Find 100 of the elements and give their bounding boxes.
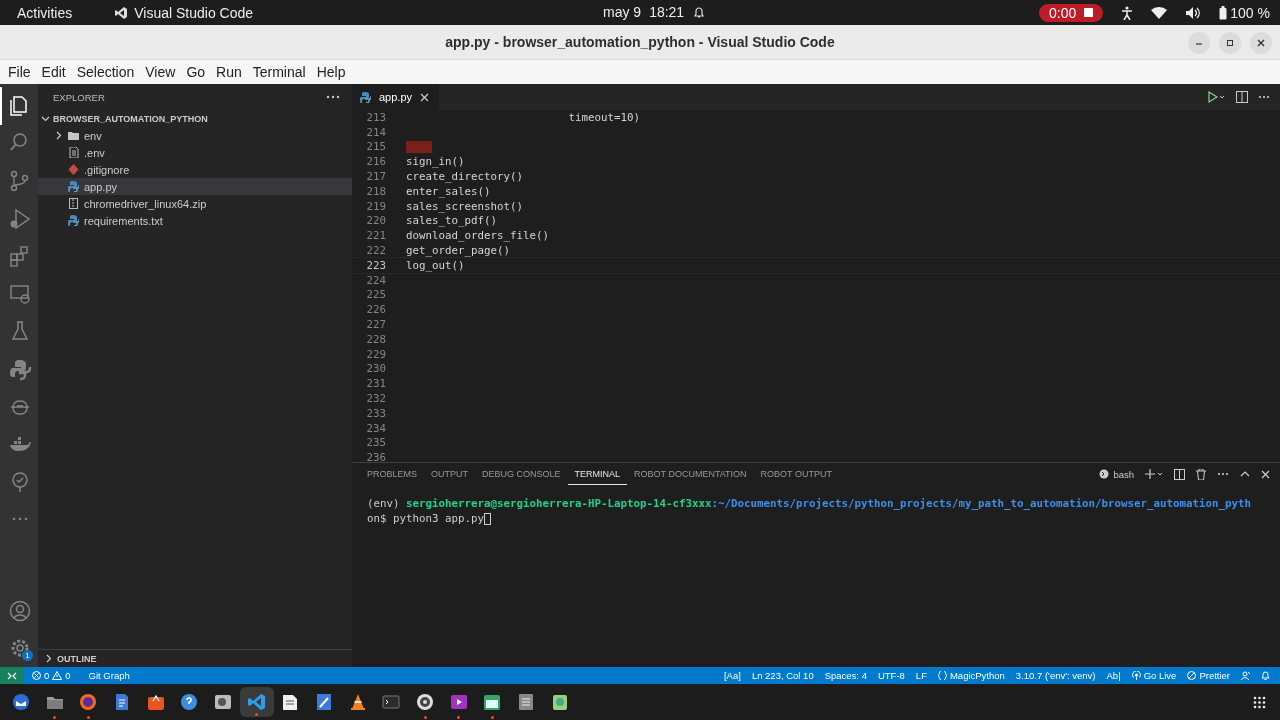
panel-tab[interactable]: OUTPUT <box>424 463 475 485</box>
disc-icon[interactable] <box>415 692 436 712</box>
editor-tab[interactable]: app.py <box>352 84 440 110</box>
panel-tab[interactable]: DEBUG CONSOLE <box>475 463 568 485</box>
python-icon <box>68 215 79 226</box>
help-icon[interactable] <box>179 692 200 712</box>
line-number: 214 <box>365 125 387 139</box>
tree-item[interactable]: env <box>38 127 352 144</box>
maximize-icon <box>1224 37 1236 49</box>
status-item[interactable]: Ab| <box>1106 670 1121 681</box>
panel-tab[interactable]: ROBOT OUTPUT <box>753 463 839 485</box>
menu-item[interactable]: Help <box>311 64 351 80</box>
window-title: app.py - browser_automation_python - Visual Studio Code <box>445 34 835 50</box>
status-item[interactable]: LF <box>915 670 927 681</box>
mail-icon[interactable] <box>10 692 31 712</box>
status-item[interactable]: [Aa] <box>723 670 741 681</box>
app-name: Visual Studio Code <box>134 4 254 21</box>
tree-item[interactable]: app.py <box>38 178 352 195</box>
line-number: 221 <box>365 229 387 243</box>
line-number: 225 <box>365 288 387 302</box>
line-number: 217 <box>365 170 387 184</box>
chevron-right-icon[interactable] <box>54 131 63 140</box>
notification-badge: 1 <box>22 650 33 662</box>
tree-item[interactable]: requirements.txt <box>38 212 352 229</box>
status-item[interactable]: Go Live <box>1131 670 1177 681</box>
tree-item[interactable]: .env <box>38 144 352 161</box>
account-icon[interactable] <box>8 598 32 623</box>
section-title[interactable]: OUTLINE <box>57 653 97 664</box>
line-number: 235 <box>365 436 387 450</box>
calendar-icon[interactable] <box>482 692 503 712</box>
close-icon <box>1255 37 1267 49</box>
minimize-button[interactable] <box>1188 32 1210 54</box>
line-number: 215 <box>365 140 387 154</box>
bell-icon[interactable] <box>1261 671 1270 680</box>
sidebar-title: EXPLORER <box>53 91 105 103</box>
status-item[interactable]: 3.10.7 ('env': venv) <box>1015 670 1096 681</box>
wifi-icon <box>1151 6 1168 19</box>
python-icon <box>68 181 79 192</box>
line-number: 222 <box>365 244 387 258</box>
run-icon[interactable] <box>1208 91 1226 103</box>
shell-name[interactable]: bash <box>1113 468 1134 480</box>
folder-name[interactable]: BROWSER_AUTOMATION_PYTHON <box>53 113 208 124</box>
maximize-button[interactable] <box>1219 32 1241 54</box>
status-item[interactable]: Ln 223, Col 10 <box>751 670 814 681</box>
line-number: 228 <box>365 332 387 346</box>
split-editor-icon[interactable] <box>1236 91 1248 103</box>
menu-item[interactable]: Selection <box>71 64 140 80</box>
more-icon[interactable] <box>1217 472 1229 476</box>
chevron-down-icon[interactable] <box>41 114 50 123</box>
terminal-line: on$ python3 app.py <box>367 511 484 526</box>
tree-item[interactable]: .gitignore <box>38 161 352 178</box>
status-item[interactable]: Prettier <box>1187 670 1230 681</box>
panel-tab[interactable]: ROBOT DOCUMENTATION <box>627 463 754 485</box>
close-button[interactable] <box>1250 32 1272 54</box>
chevron-right-icon[interactable] <box>44 654 53 663</box>
error-icon <box>32 671 41 680</box>
feedback-icon[interactable] <box>1241 671 1250 680</box>
split-icon[interactable] <box>1174 468 1185 480</box>
tree-item[interactable]: chromedriver_linux64.zip <box>38 195 352 212</box>
code-icon <box>114 5 129 20</box>
clock-time[interactable]: 18:21 <box>649 4 685 20</box>
status-item[interactable]: MagicPython <box>937 670 1005 681</box>
play-icon[interactable] <box>448 692 469 712</box>
problems-status[interactable]: 0 0 <box>32 670 71 681</box>
more-icon[interactable] <box>326 95 340 99</box>
menu-item[interactable]: Edit <box>36 64 71 80</box>
recording-indicator[interactable]: 0:00 <box>1039 3 1104 22</box>
menu-item[interactable]: Go <box>181 64 211 80</box>
terminal-cursor <box>484 512 491 525</box>
line-number: 234 <box>365 421 387 435</box>
line-number: 230 <box>365 362 387 376</box>
remote-button[interactable] <box>0 667 24 684</box>
trash-icon[interactable] <box>1196 468 1206 480</box>
check-circle-icon <box>1187 671 1197 680</box>
globe-icon[interactable] <box>78 692 99 712</box>
battery-level[interactable]: 100 % <box>1230 4 1270 21</box>
menu-item[interactable]: Run <box>211 64 247 80</box>
line-number: 236 <box>365 451 387 462</box>
panel-tab[interactable]: TERMINAL <box>567 463 628 485</box>
code-line: download_orders_file() <box>406 229 549 243</box>
status-item[interactable]: Spaces: 4 <box>824 670 867 681</box>
play-bug-icon[interactable] <box>8 206 32 231</box>
python-icon <box>360 91 371 103</box>
code-icon[interactable] <box>246 692 267 712</box>
status-item[interactable]: UTF-8 <box>877 670 905 681</box>
broadcast-icon <box>1131 671 1141 680</box>
terminal-line: (env) sergioherrera@sergioherrera-HP-Laptop-14-cf3xxx:~/Documents/projects/python_projects/my_path_to_automation/browser_automation_pyth <box>367 497 1253 512</box>
status-item[interactable]: Git Graph <box>88 670 130 681</box>
clock-date[interactable]: may 9 <box>603 4 642 20</box>
close-icon[interactable] <box>420 92 430 102</box>
plus-icon[interactable] <box>1145 469 1163 479</box>
panel-tab[interactable]: PROBLEMS <box>360 463 424 485</box>
activities-button[interactable]: Activities <box>17 4 73 21</box>
menu-item[interactable]: File <box>3 64 36 80</box>
close-icon[interactable] <box>1261 469 1270 479</box>
menu-item[interactable]: View <box>140 64 181 80</box>
app-grid-icon[interactable] <box>1253 695 1266 709</box>
chevron-up-icon[interactable] <box>1240 471 1250 477</box>
more-icon[interactable] <box>1258 95 1270 99</box>
menu-item[interactable]: Terminal <box>247 64 311 80</box>
